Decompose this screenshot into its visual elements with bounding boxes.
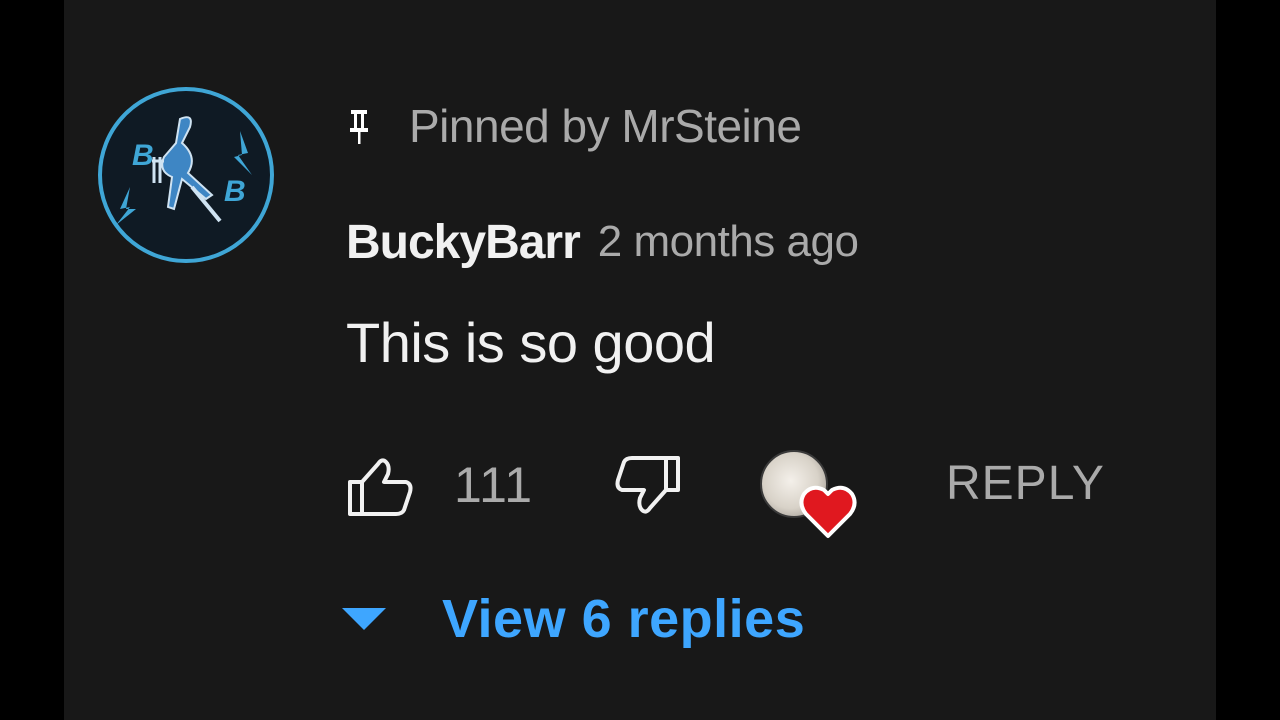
reply-button[interactable]: REPLY bbox=[946, 456, 1105, 511]
creator-heart bbox=[760, 448, 860, 544]
comment-header: BuckyBarr 2 months ago bbox=[346, 212, 859, 272]
author-avatar[interactable]: B B bbox=[98, 87, 274, 263]
avatar-letter-right: B bbox=[224, 175, 246, 208]
view-replies-label: View 6 replies bbox=[442, 589, 806, 649]
pin-icon bbox=[350, 110, 368, 144]
view-replies-button[interactable]: View 6 replies bbox=[342, 586, 805, 652]
avatar-letter-left: B bbox=[132, 139, 154, 172]
comment-timestamp[interactable]: 2 months ago bbox=[598, 217, 859, 267]
pinned-by-label: Pinned by MrSteine bbox=[409, 100, 802, 152]
comment-panel: B B Pinned by MrSteine BuckyBarr 2 month… bbox=[64, 0, 1216, 720]
comment-actions: 111 REPLY bbox=[346, 448, 1136, 538]
channel-logo-icon: B B bbox=[116, 116, 252, 225]
like-count: 111 bbox=[454, 457, 534, 513]
thumbs-down-icon[interactable] bbox=[612, 454, 682, 518]
pinned-indicator: Pinned by MrSteine bbox=[347, 98, 802, 154]
caret-down-icon bbox=[342, 608, 386, 630]
comment-body: This is so good bbox=[346, 311, 716, 374]
thumbs-up-icon[interactable] bbox=[346, 454, 416, 518]
author-name[interactable]: BuckyBarr bbox=[346, 215, 581, 270]
heart-icon bbox=[799, 485, 857, 538]
